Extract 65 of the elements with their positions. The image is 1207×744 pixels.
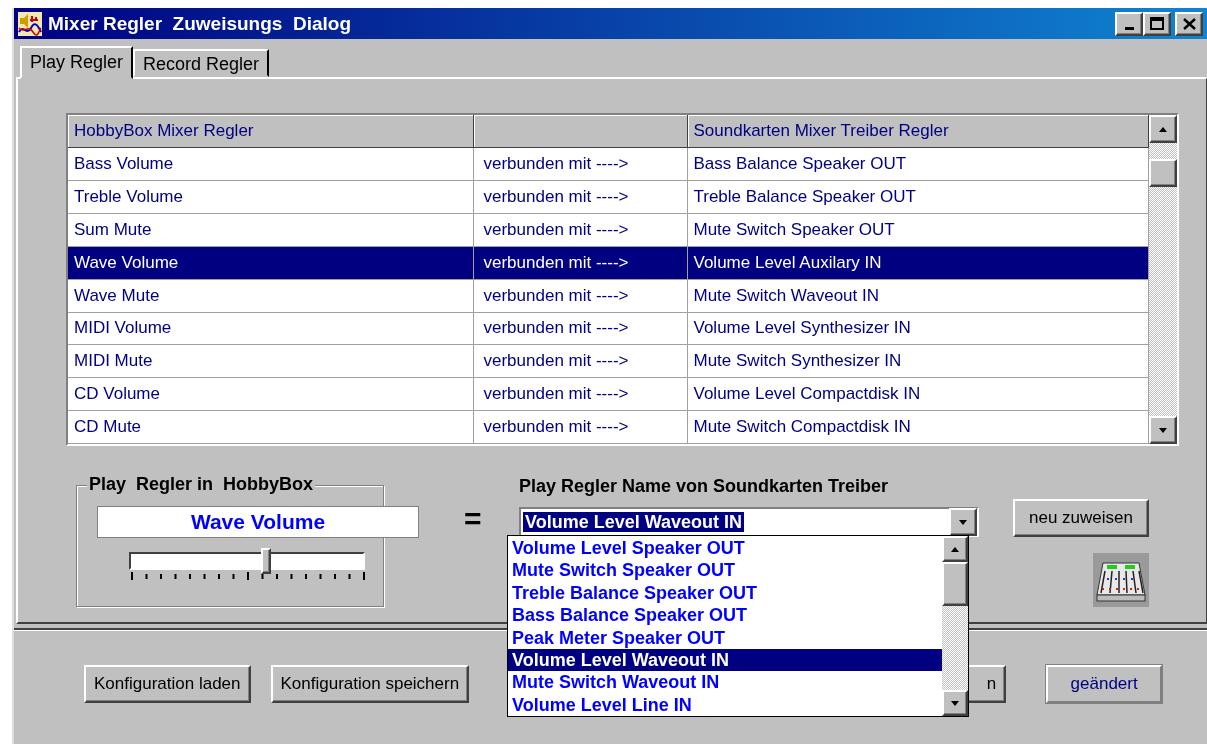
tab[interactable]: Record Regler xyxy=(133,49,270,77)
table-cell: Treble Balance Speaker OUT xyxy=(687,180,1149,214)
table-cell: Sum Mute xyxy=(68,213,473,247)
table-cell: Bass Volume xyxy=(68,147,473,181)
action-button[interactable]: Konfiguration speichern xyxy=(270,665,470,703)
table-cell: MIDI Volume xyxy=(68,312,473,345)
scroll-down-icon xyxy=(1158,425,1168,435)
table-cell: verbunden mit ----> xyxy=(473,279,687,313)
table-cell: verbunden mit ----> xyxy=(473,410,687,444)
scroll-thumb[interactable] xyxy=(1149,159,1177,187)
table-cell: verbunden mit ----> xyxy=(473,213,687,247)
scrollbar[interactable] xyxy=(1149,115,1177,444)
dropdown-option[interactable]: Mute Switch Waveout IN xyxy=(508,671,942,694)
column-header[interactable]: HobbyBox Mixer Regler xyxy=(68,115,473,148)
table-cell: Bass Balance Speaker OUT xyxy=(687,147,1149,181)
table-cell: Volume Level Compactdisk IN xyxy=(687,377,1149,411)
dropdown-option[interactable]: Peak Meter Speaker OUT xyxy=(508,626,942,649)
minimize-button[interactable] xyxy=(1115,11,1143,36)
maximize-button[interactable] xyxy=(1143,11,1171,36)
table-cell: Wave Volume xyxy=(68,246,473,280)
status-label: geändert xyxy=(1046,665,1163,703)
table-cell: MIDI Mute xyxy=(68,344,473,378)
scrollbar[interactable] xyxy=(942,536,968,716)
dropdown-arrow-icon xyxy=(958,517,968,527)
column-header[interactable]: Soundkarten Mixer Treiber Regler xyxy=(687,115,1149,148)
table-cell: verbunden mit ----> xyxy=(473,312,687,345)
slider-thumb[interactable] xyxy=(260,548,271,574)
table-cell: Wave Mute xyxy=(68,279,473,313)
assign-button[interactable]: neu zuweisen xyxy=(1013,499,1149,537)
column-header[interactable] xyxy=(473,115,687,148)
maximize-icon xyxy=(1150,17,1164,30)
table-cell: Mute Switch Speaker OUT xyxy=(687,213,1149,247)
dropdown-option[interactable]: Bass Balance Speaker OUT xyxy=(508,604,942,627)
table-cell: verbunden mit ----> xyxy=(473,246,687,280)
table-cell: Mute Switch Compactdisk IN xyxy=(687,410,1149,444)
table-cell: verbunden mit ----> xyxy=(473,377,687,411)
table-cell: Volume Level Synthesizer IN xyxy=(687,312,1149,345)
table-cell: CD Volume xyxy=(68,377,473,411)
table-cell: Mute Switch Waveout IN xyxy=(687,279,1149,313)
table-cell: verbunden mit ----> xyxy=(473,180,687,214)
action-button[interactable]: Konfiguration laden xyxy=(84,665,251,703)
combo-label: Play Regler Name von Soundkarten Treiber xyxy=(519,476,890,497)
dropdown-option[interactable]: Volume Level Waveout IN xyxy=(508,648,942,672)
dropdown-option[interactable]: Volume Level Line IN xyxy=(508,693,942,717)
table-cell: verbunden mit ----> xyxy=(473,147,687,181)
value-display: Wave Volume xyxy=(97,506,419,538)
dropdown-option[interactable]: Treble Balance Speaker OUT xyxy=(508,581,942,605)
scroll-thumb[interactable] xyxy=(942,562,968,606)
mixer-console-icon xyxy=(1093,553,1149,607)
table-cell: Mute Switch Synthesizer IN xyxy=(687,344,1149,378)
close-button[interactable] xyxy=(1175,11,1203,36)
dropdown-option[interactable]: Mute Switch Speaker OUT xyxy=(508,559,942,582)
driver-dropdown[interactable]: Volume Level Waveout IN xyxy=(519,507,979,537)
dropdown-option[interactable]: Volume Level Speaker OUT xyxy=(508,537,942,560)
table-cell: Volume Level Auxilary IN xyxy=(687,246,1149,280)
table-cell: verbunden mit ----> xyxy=(473,344,687,378)
window-title: Mixer Regler Zuweisungs Dialog xyxy=(48,12,352,35)
close-icon xyxy=(1182,17,1196,30)
scroll-down-icon xyxy=(950,698,960,708)
group-title: Play Regler in HobbyBox xyxy=(87,474,316,495)
table-cell: CD Mute xyxy=(68,410,473,444)
table-cell: Treble Volume xyxy=(68,180,473,214)
tab[interactable]: Play Regler xyxy=(20,46,134,79)
app-icon xyxy=(18,11,42,36)
minimize-icon xyxy=(1124,26,1134,30)
